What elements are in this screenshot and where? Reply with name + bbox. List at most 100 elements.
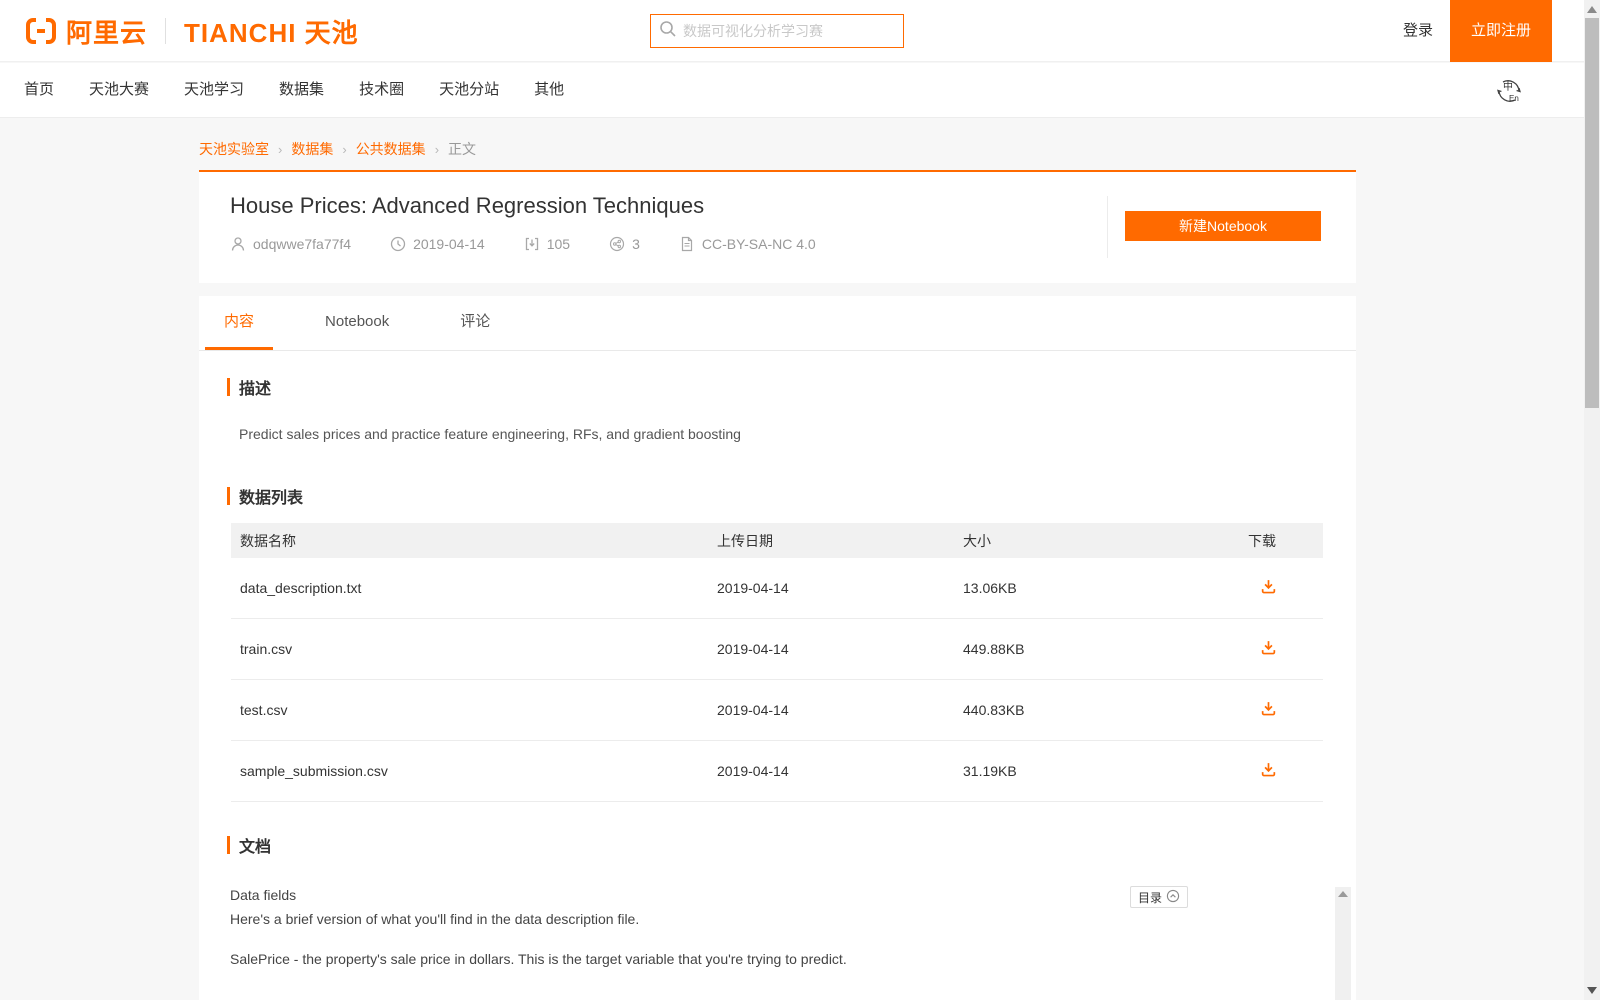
meta-license: CC-BY-SA-NC 4.0 <box>679 236 816 252</box>
brand-aliyun-text: 阿里云 <box>66 17 148 48</box>
meta-shares: 3 <box>609 236 640 252</box>
new-notebook-button[interactable]: 新建Notebook <box>1125 211 1321 241</box>
file-date: 2019-04-14 <box>717 580 789 596</box>
search-box[interactable] <box>650 14 904 48</box>
file-size: 449.88KB <box>963 641 1025 657</box>
login-button[interactable]: 登录 <box>1403 0 1433 62</box>
aliyun-bracket-icon <box>24 16 58 46</box>
scrollbar-up-arrow-icon[interactable] <box>1587 6 1597 13</box>
column-header-download: 下载 <box>1248 532 1276 549</box>
doc-line: SalePrice - the property's sale price in… <box>230 951 847 967</box>
meta-author: odqwwe7fa77f4 <box>230 236 351 252</box>
nav-item-datasets[interactable]: 数据集 <box>279 63 324 117</box>
file-date: 2019-04-14 <box>717 641 789 657</box>
svg-text:En: En <box>1509 94 1519 103</box>
data-file-table: 数据名称 上传日期 大小 下载 data_description.txt 201… <box>231 523 1323 802</box>
doc-line: Data fields <box>230 887 297 903</box>
toc-button[interactable]: 目录 <box>1130 886 1189 908</box>
brand-logo[interactable]: 阿里云 TIANCHI 天池 <box>24 13 359 49</box>
brand-tianchi-text: TIANCHI 天池 <box>184 17 359 48</box>
section-accent-bar <box>227 487 230 505</box>
file-name: sample_submission.csv <box>240 763 388 779</box>
document-body: Data fields Here's a brief version of wh… <box>230 883 1230 971</box>
download-file-icon[interactable] <box>1260 578 1277 598</box>
user-icon <box>230 236 246 252</box>
section-description-title: 描述 <box>239 381 272 398</box>
breadcrumb-public-datasets[interactable]: 公共数据集 <box>356 139 426 159</box>
register-button[interactable]: 立即注册 <box>1450 0 1552 62</box>
table-row: data_description.txt 2019-04-14 13.06KB <box>231 558 1323 619</box>
upload-date: 2019-04-14 <box>413 236 485 252</box>
search-icon <box>659 20 677 43</box>
nav-item-competitions[interactable]: 天池大赛 <box>89 63 149 117</box>
nav-item-others[interactable]: 其他 <box>534 63 564 117</box>
nav-item-learning[interactable]: 天池学习 <box>184 63 244 117</box>
table-header-row: 数据名称 上传日期 大小 下载 <box>231 523 1323 558</box>
toc-label: 目录 <box>1138 890 1163 905</box>
nav-item-home[interactable]: 首页 <box>24 63 54 117</box>
dataset-meta-row: odqwwe7fa77f4 2019-04-14 105 3 CC-BY-SA-… <box>230 236 816 252</box>
section-accent-bar <box>227 378 230 396</box>
download-count: 105 <box>546 236 571 252</box>
nav-items: 首页 天池大赛 天池学习 数据集 技术圈 天池分站 其他 <box>0 63 1600 117</box>
scrollbar-thumb[interactable] <box>1585 18 1599 408</box>
nav-item-tech-circle[interactable]: 技术圈 <box>359 63 404 117</box>
page-title: House Prices: Advanced Regression Techni… <box>230 193 705 218</box>
page: 阿里云 TIANCHI 天池 登录 立即注册 首页 天池大赛 天池学习 数据集 … <box>0 0 1600 1000</box>
clock-icon <box>390 236 406 252</box>
download-file-icon[interactable] <box>1260 639 1277 659</box>
file-name: test.csv <box>240 702 288 718</box>
search-input[interactable] <box>683 23 895 39</box>
column-header-size: 大小 <box>963 532 991 549</box>
breadcrumb-datasets[interactable]: 数据集 <box>291 139 333 159</box>
file-size: 13.06KB <box>963 580 1017 596</box>
nav-item-substations[interactable]: 天池分站 <box>439 63 499 117</box>
breadcrumb-separator: › <box>278 141 283 157</box>
description-text: Predict sales prices and practice featur… <box>239 426 741 442</box>
tab-comments[interactable]: 评论 <box>441 296 509 350</box>
language-toggle-icon[interactable]: 中 En <box>1494 76 1524 106</box>
section-datalist-heading: 数据列表 <box>227 484 303 508</box>
license-file-icon <box>679 236 695 252</box>
top-header: 阿里云 TIANCHI 天池 登录 立即注册 <box>0 0 1600 62</box>
breadcrumb-separator: › <box>434 141 440 157</box>
table-row: train.csv 2019-04-14 449.88KB <box>231 619 1323 680</box>
meta-downloads: 105 <box>524 236 570 252</box>
collapse-circle-icon <box>1166 889 1180 906</box>
meta-date: 2019-04-14 <box>390 236 485 252</box>
scrollbar-down-arrow-icon[interactable] <box>1587 987 1597 994</box>
section-description-heading: 描述 <box>227 375 271 399</box>
tab-notebook[interactable]: Notebook <box>306 296 408 350</box>
tab-bar: 内容 Notebook 评论 <box>199 296 1356 351</box>
vertical-divider <box>1107 196 1108 258</box>
download-file-icon[interactable] <box>1260 700 1277 720</box>
breadcrumb-current: 正文 <box>448 141 477 157</box>
share-count: 3 <box>632 236 640 252</box>
download-count-icon <box>524 236 540 252</box>
tab-content[interactable]: 内容 <box>205 296 274 350</box>
column-header-name: 数据名称 <box>240 532 296 549</box>
dataset-content-card: 内容 Notebook 评论 描述 Predict sales prices a… <box>199 296 1356 1000</box>
file-date: 2019-04-14 <box>717 702 789 718</box>
document-scrollbar[interactable] <box>1335 887 1351 1000</box>
section-datalist-title: 数据列表 <box>239 490 304 507</box>
file-size: 31.19KB <box>963 763 1017 779</box>
section-accent-bar <box>227 836 230 854</box>
file-size: 440.83KB <box>963 702 1025 718</box>
download-file-icon[interactable] <box>1260 761 1277 781</box>
breadcrumb-lab[interactable]: 天池实验室 <box>199 139 269 159</box>
doc-line: Here's a brief version of what you'll fi… <box>230 911 640 927</box>
file-name: train.csv <box>240 641 293 657</box>
share-icon <box>609 236 625 252</box>
svg-text:中: 中 <box>1503 80 1513 93</box>
section-document-title: 文档 <box>239 839 272 856</box>
nav-bar: 首页 天池大赛 天池学习 数据集 技术圈 天池分站 其他 中 En <box>0 63 1600 118</box>
page-scrollbar[interactable] <box>1584 0 1600 1000</box>
dataset-header-card: House Prices: Advanced Regression Techni… <box>199 170 1356 283</box>
file-date: 2019-04-14 <box>717 763 789 779</box>
logo-divider <box>165 18 167 44</box>
file-name: data_description.txt <box>240 580 362 596</box>
license-name: CC-BY-SA-NC 4.0 <box>701 236 816 252</box>
breadcrumb: 天池实验室 › 数据集 › 公共数据集 › 正文 <box>199 139 476 159</box>
scroll-up-arrow-icon[interactable] <box>1338 891 1348 897</box>
